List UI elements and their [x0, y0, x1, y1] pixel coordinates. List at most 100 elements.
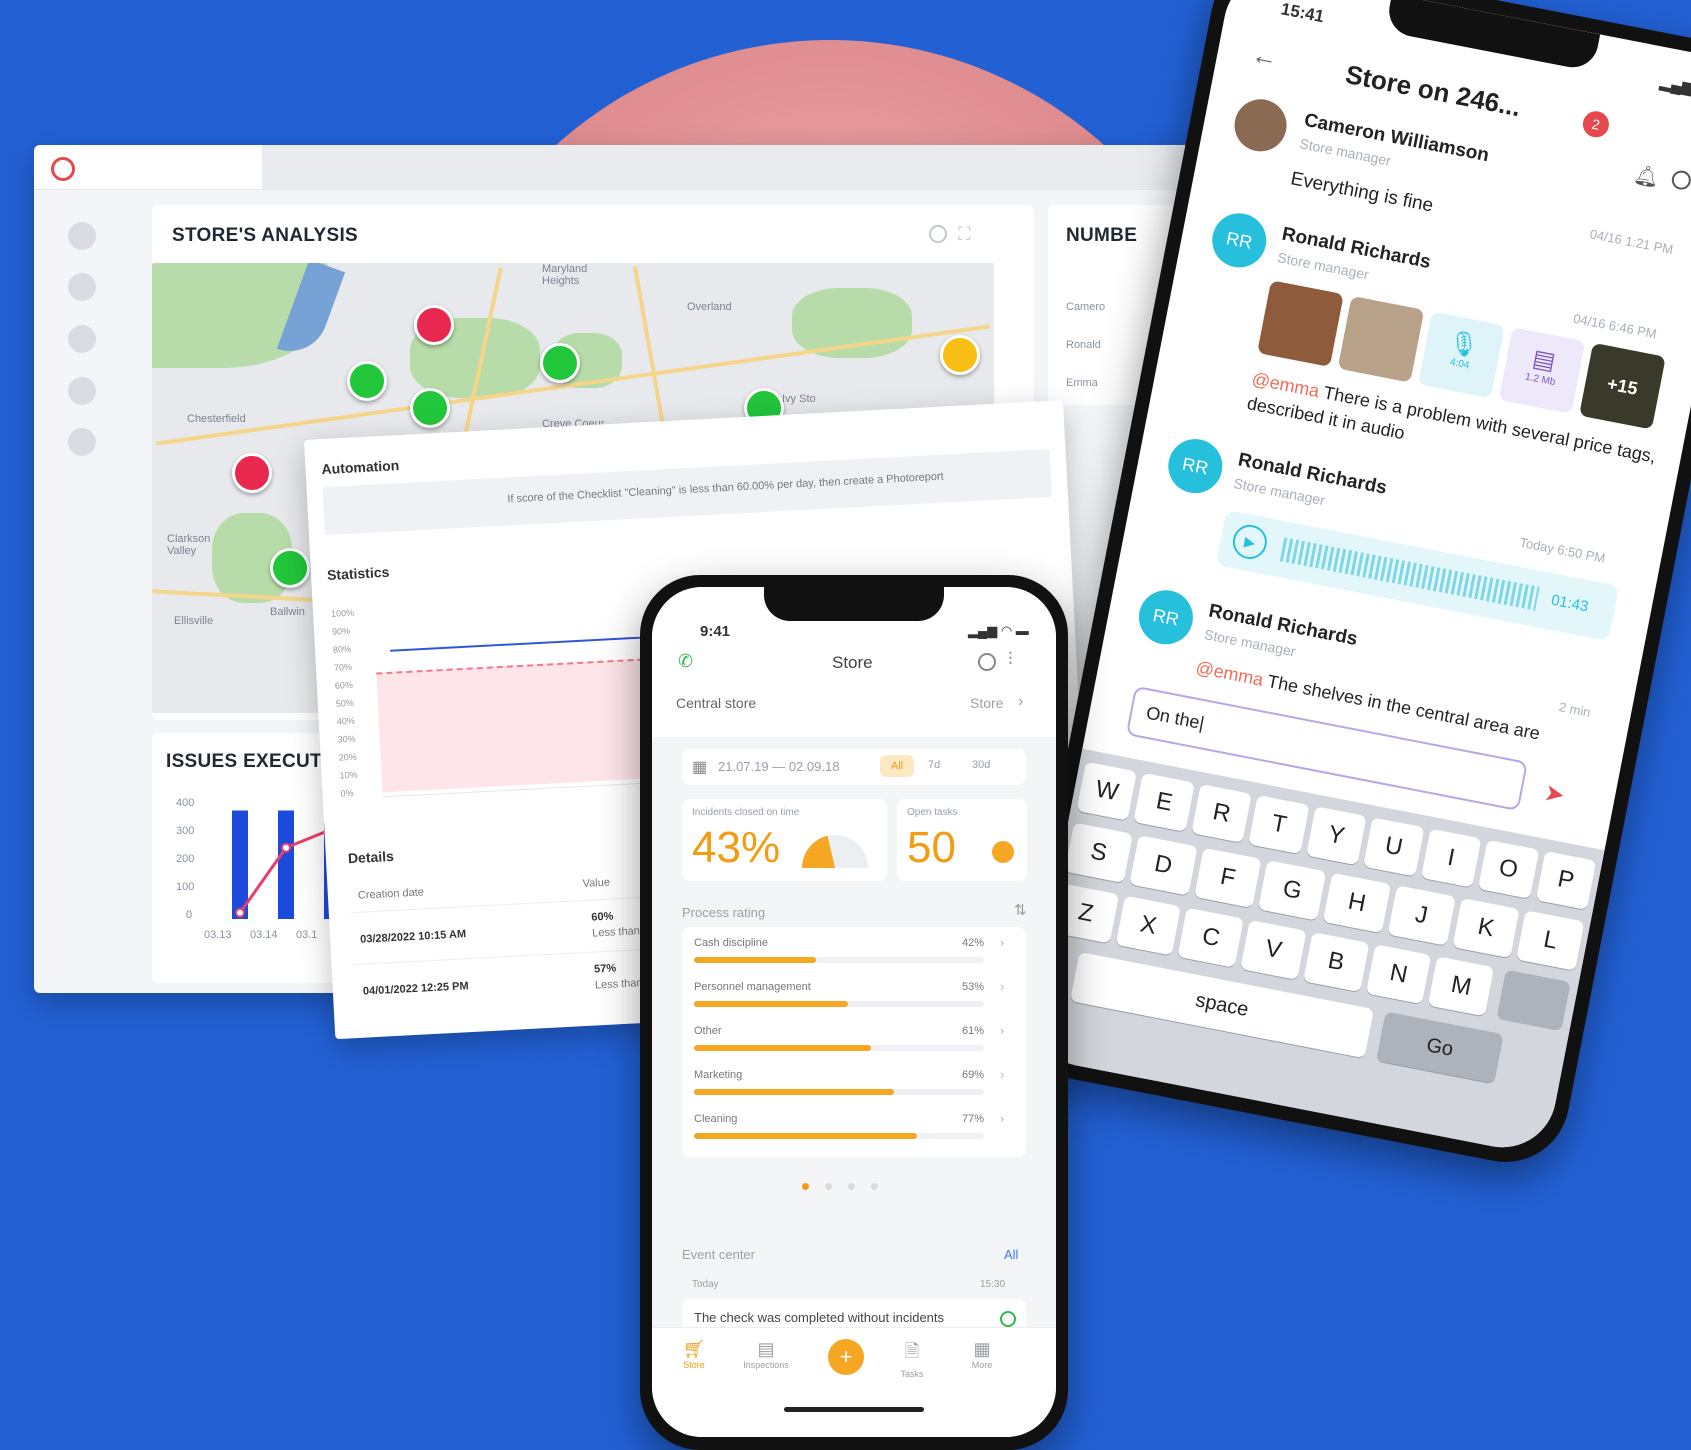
map-label: Overland — [687, 301, 732, 313]
issues-point[interactable] — [281, 842, 291, 853]
nav-tasks[interactable]: 🗎︎ Tasks — [892, 1339, 932, 1379]
page-dots[interactable] — [802, 1183, 878, 1190]
app-logo[interactable] — [51, 157, 75, 181]
attachment-document[interactable]: ▤ 1.2 Mb — [1498, 327, 1586, 414]
home-indicator — [784, 1407, 924, 1412]
filter-icon[interactable]: ⫶ — [1008, 649, 1013, 670]
search-icon[interactable] — [1670, 168, 1691, 192]
nav-inspections[interactable]: ▤ Inspections — [736, 1339, 796, 1370]
page-dot[interactable] — [848, 1183, 855, 1190]
store-pin-red[interactable] — [414, 305, 454, 345]
key-o[interactable]: O — [1477, 839, 1539, 899]
rating-row[interactable]: Marketing 69% › — [694, 1067, 1014, 1109]
sort-icon[interactable]: ⇅ — [1014, 901, 1027, 919]
sidebar-item-2[interactable] — [68, 273, 96, 301]
rating-fill — [694, 957, 816, 963]
store-pin-green[interactable] — [347, 361, 387, 401]
key-r[interactable]: R — [1191, 783, 1253, 844]
rating-pct: 61% — [962, 1025, 985, 1037]
detail-note: Less than — [591, 925, 641, 940]
detail-date: 04/01/2022 12:25 PM — [362, 980, 469, 998]
rating-row[interactable]: Personnel management 53% › — [694, 979, 1014, 1021]
store-pin-yellow[interactable] — [940, 335, 980, 375]
page-dot[interactable] — [871, 1183, 878, 1190]
detail-note: Less than — [594, 977, 643, 992]
avatar[interactable] — [1230, 94, 1292, 156]
store-screen: 9:41 ▂▄▆ ◠ ▬ ✆ Store ⫶ Central store Sto… — [652, 587, 1056, 1437]
location-name: Central store — [676, 695, 757, 711]
rating-name: Cleaning — [694, 1113, 738, 1125]
key-p[interactable]: P — [1535, 850, 1597, 910]
sidebar-item-3[interactable] — [68, 325, 96, 353]
more-attachments[interactable]: +15 — [1579, 342, 1666, 430]
sidebar-item-5[interactable] — [68, 428, 96, 456]
phone-icon[interactable]: ✆ — [678, 651, 693, 672]
bell-icon[interactable]: 🔔︎ — [1632, 162, 1662, 191]
mention[interactable]: @emma — [1194, 657, 1265, 690]
key-w[interactable]: W — [1076, 761, 1138, 821]
page-dot[interactable] — [825, 1183, 832, 1190]
add-button[interactable]: + — [828, 1339, 864, 1375]
back-arrow-icon[interactable]: ← — [1249, 39, 1280, 74]
key-v[interactable]: V — [1240, 919, 1307, 980]
store-pin-green[interactable] — [540, 343, 580, 383]
key-x[interactable]: X — [1115, 895, 1182, 956]
location-link[interactable]: Store — [970, 695, 1003, 711]
open-tasks-label: Open tasks — [907, 807, 958, 818]
chip-all[interactable]: All — [880, 755, 914, 777]
key-i[interactable]: I — [1420, 828, 1482, 888]
statistics-ytick: 0% — [340, 787, 354, 799]
key-m[interactable]: M — [1428, 956, 1495, 1017]
info-icon[interactable] — [929, 225, 947, 243]
detail-value: 57% — [593, 962, 617, 976]
page-dot-active[interactable] — [802, 1183, 809, 1190]
rating-row[interactable]: Cleaning 77% › — [694, 1111, 1014, 1153]
chevron-right-icon[interactable]: › — [1018, 693, 1023, 711]
sidebar-item-1[interactable] — [68, 222, 96, 250]
key-n[interactable]: N — [1365, 944, 1432, 1005]
key-u[interactable]: U — [1363, 817, 1425, 877]
event-all-link[interactable]: All — [1004, 1247, 1018, 1262]
message-author: Cameron Williamson — [1302, 109, 1491, 167]
fullscreen-icon[interactable]: ⛶ — [958, 225, 971, 243]
nav-label: Inspections — [743, 1360, 789, 1370]
event-text: The check was completed without incident… — [694, 1310, 945, 1325]
key-y[interactable]: Y — [1305, 806, 1367, 866]
issues-bar[interactable] — [278, 810, 294, 920]
search-icon[interactable] — [978, 653, 996, 671]
nav-store[interactable]: 🛒︎ Store — [674, 1339, 714, 1370]
chip-7d[interactable]: 7d — [928, 759, 940, 771]
sidebar-item-4[interactable] — [68, 377, 96, 405]
nav-more[interactable]: ▦ More — [962, 1339, 1002, 1370]
key-e[interactable]: E — [1133, 772, 1195, 832]
rating-row[interactable]: Other 61% › — [694, 1023, 1014, 1065]
detail-value: 60% — [591, 910, 614, 924]
key-t[interactable]: T — [1248, 795, 1310, 855]
attachment-audio[interactable]: 🎙︎ 4:04 — [1418, 311, 1505, 399]
key-c[interactable]: C — [1177, 907, 1245, 968]
attachment-photo[interactable] — [1257, 280, 1344, 367]
avatar[interactable]: RR — [1207, 208, 1271, 273]
address-bar[interactable] — [262, 145, 1234, 189]
attachment-photo[interactable] — [1337, 295, 1425, 383]
statistics-ytick: 90% — [331, 625, 351, 637]
statistics-ytick: 70% — [333, 661, 353, 673]
details-title: Details — [347, 847, 395, 867]
key-b[interactable]: B — [1302, 932, 1370, 993]
date-range[interactable]: 21.07.19 — 02.09.18 — [718, 759, 839, 774]
chip-30d[interactable]: 30d — [972, 759, 990, 771]
avatar[interactable]: RR — [1163, 434, 1227, 498]
avatar[interactable]: RR — [1134, 585, 1198, 649]
grid-icon: ▦ — [973, 1339, 991, 1359]
rating-row[interactable]: Cash discipline 42% › — [694, 935, 1014, 977]
incidents-value: 43% — [692, 823, 781, 872]
chevron-right-icon: › — [1000, 1111, 1005, 1126]
send-icon[interactable]: ➤ — [1542, 778, 1567, 810]
play-icon[interactable]: ▶ — [1229, 521, 1270, 562]
event-center-title: Event center — [682, 1247, 755, 1262]
store-pin-green[interactable] — [270, 548, 310, 588]
store-pin-green[interactable] — [410, 388, 450, 428]
store-pin-red[interactable] — [232, 453, 272, 493]
statistics-ytick: 40% — [336, 715, 356, 727]
issues-point[interactable] — [235, 907, 245, 918]
